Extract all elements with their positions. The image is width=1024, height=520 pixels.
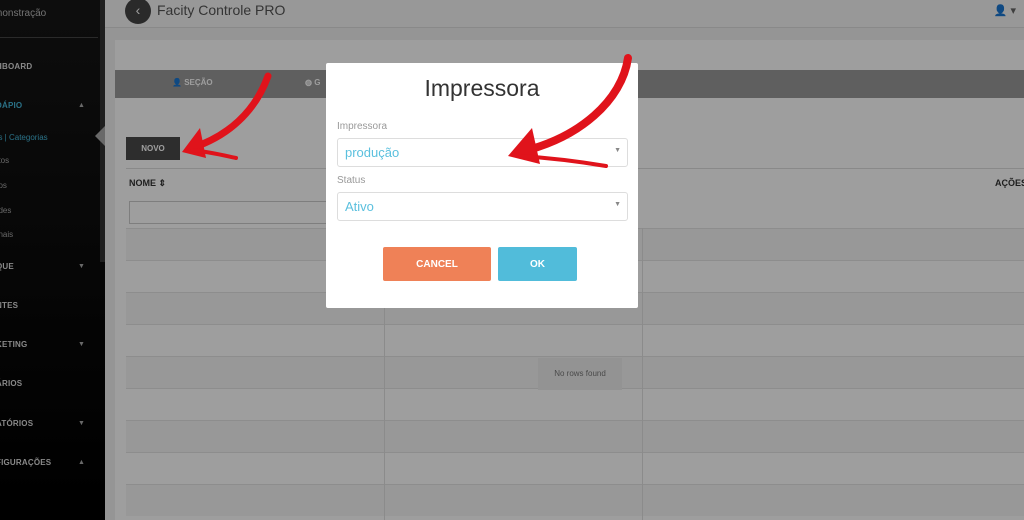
annotation-arrows [182, 54, 632, 168]
annotation-arrow-printer [508, 54, 632, 168]
annotation-arrow-novo [182, 72, 272, 160]
